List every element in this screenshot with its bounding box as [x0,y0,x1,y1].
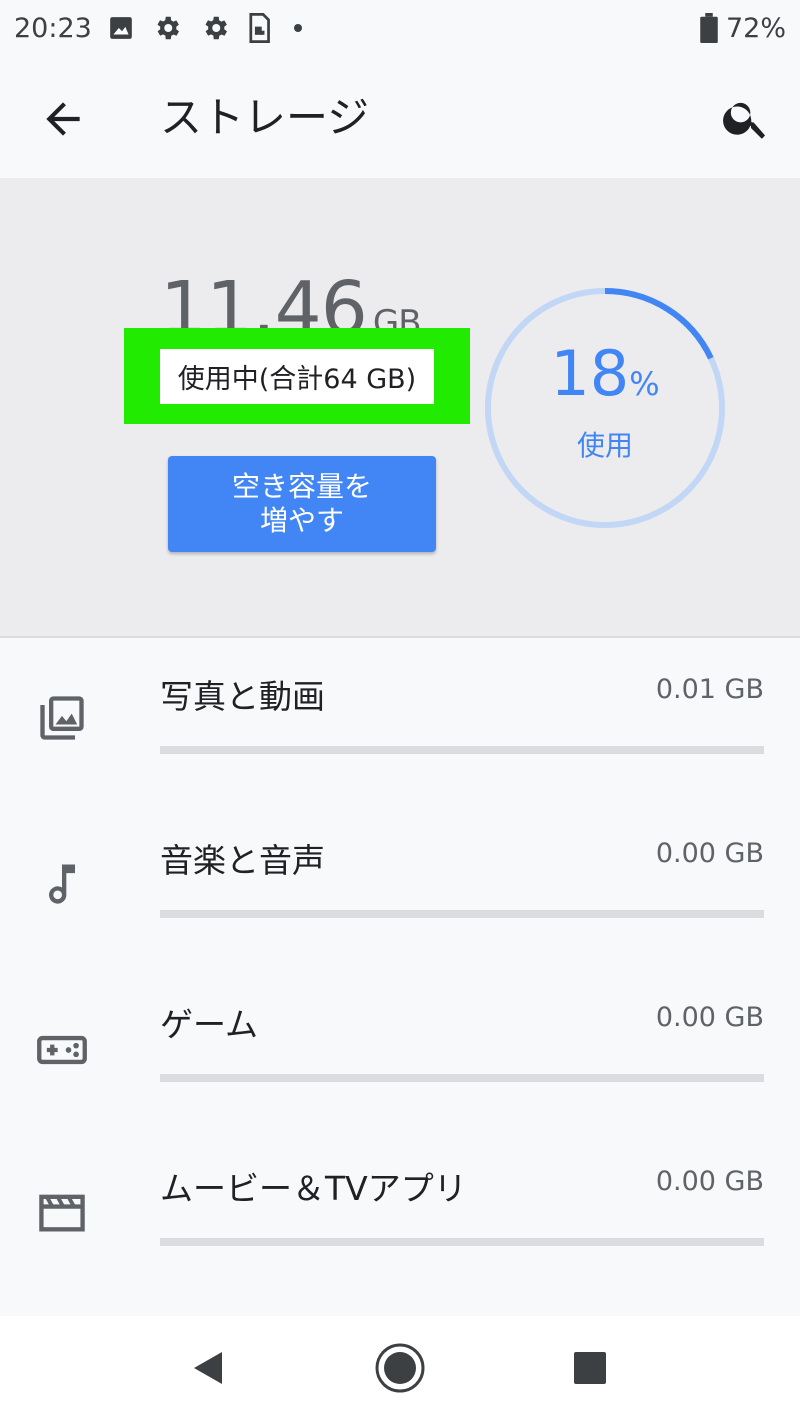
nav-recents-button[interactable] [572,1350,608,1390]
battery-percent: 72% [725,12,786,44]
category-usage-bar [160,1074,764,1082]
music-note-icon [49,864,75,904]
status-right: 72% [700,13,786,44]
photo-library-icon [40,696,84,740]
gamepad-icon [37,1035,87,1065]
category-games[interactable]: ゲーム 0.00 GB [0,968,800,1132]
search-button[interactable] [720,92,772,144]
category-label: ゲーム [160,1005,259,1044]
nav-home-icon [375,1343,425,1393]
free-up-label-line2: 増やす [259,504,344,537]
nav-home-button[interactable] [374,1342,426,1398]
nav-recents-icon [574,1352,606,1384]
category-movies-tv[interactable]: ムービー＆TVアプリ 0.00 GB [0,1132,800,1296]
storage-summary: 11.46 GB 使用中(合計64 GB) 空き容量を 増やす 18% 使用 [0,178,800,638]
used-caption-highlight: 使用中(合計64 GB) [124,328,470,424]
nav-back-button[interactable] [188,1348,228,1392]
category-label: ムービー＆TVアプリ [160,1169,467,1208]
category-size: 0.01 GB [655,674,764,705]
image-icon [109,17,132,39]
category-usage-bar [160,1238,764,1246]
back-button[interactable] [38,94,88,144]
category-size: 0.00 GB [655,1002,764,1033]
nav-back-icon [194,1352,222,1384]
percent-label: 使用 [576,429,633,462]
search-icon [723,102,766,139]
status-time: 20:23 [14,12,92,44]
category-label: 写真と動画 [160,677,325,716]
status-bar: 20:23 72% [0,0,800,56]
usage-percent: 18% 使用 [483,338,727,464]
category-photos-videos[interactable]: 写真と動画 0.01 GB [0,640,800,804]
percent-sign: % [629,365,660,403]
category-size: 0.00 GB [655,838,764,869]
page-title: ストレージ [160,93,370,142]
gear-icon [205,16,227,40]
free-up-label-line1: 空き容量を [231,470,372,503]
arrow-back-icon [46,102,80,136]
category-usage-bar [160,746,764,754]
category-size: 0.00 GB [655,1166,764,1197]
dot-icon [293,24,302,32]
percent-value: 18 [550,337,630,410]
category-usage-bar [160,910,764,918]
battery-icon [700,13,718,43]
status-icons [108,13,308,43]
app-bar: ストレージ [0,56,800,176]
used-caption: 使用中(合計64 GB) [159,348,435,404]
free-up-space-button[interactable]: 空き容量を 増やす [168,456,436,552]
gear-icon [157,16,179,40]
sim-card-icon [249,13,270,43]
category-music-audio[interactable]: 音楽と音声 0.00 GB [0,804,800,968]
navigation-bar [0,1316,800,1422]
movie-icon [39,1194,85,1232]
category-label: 音楽と音声 [160,841,325,880]
